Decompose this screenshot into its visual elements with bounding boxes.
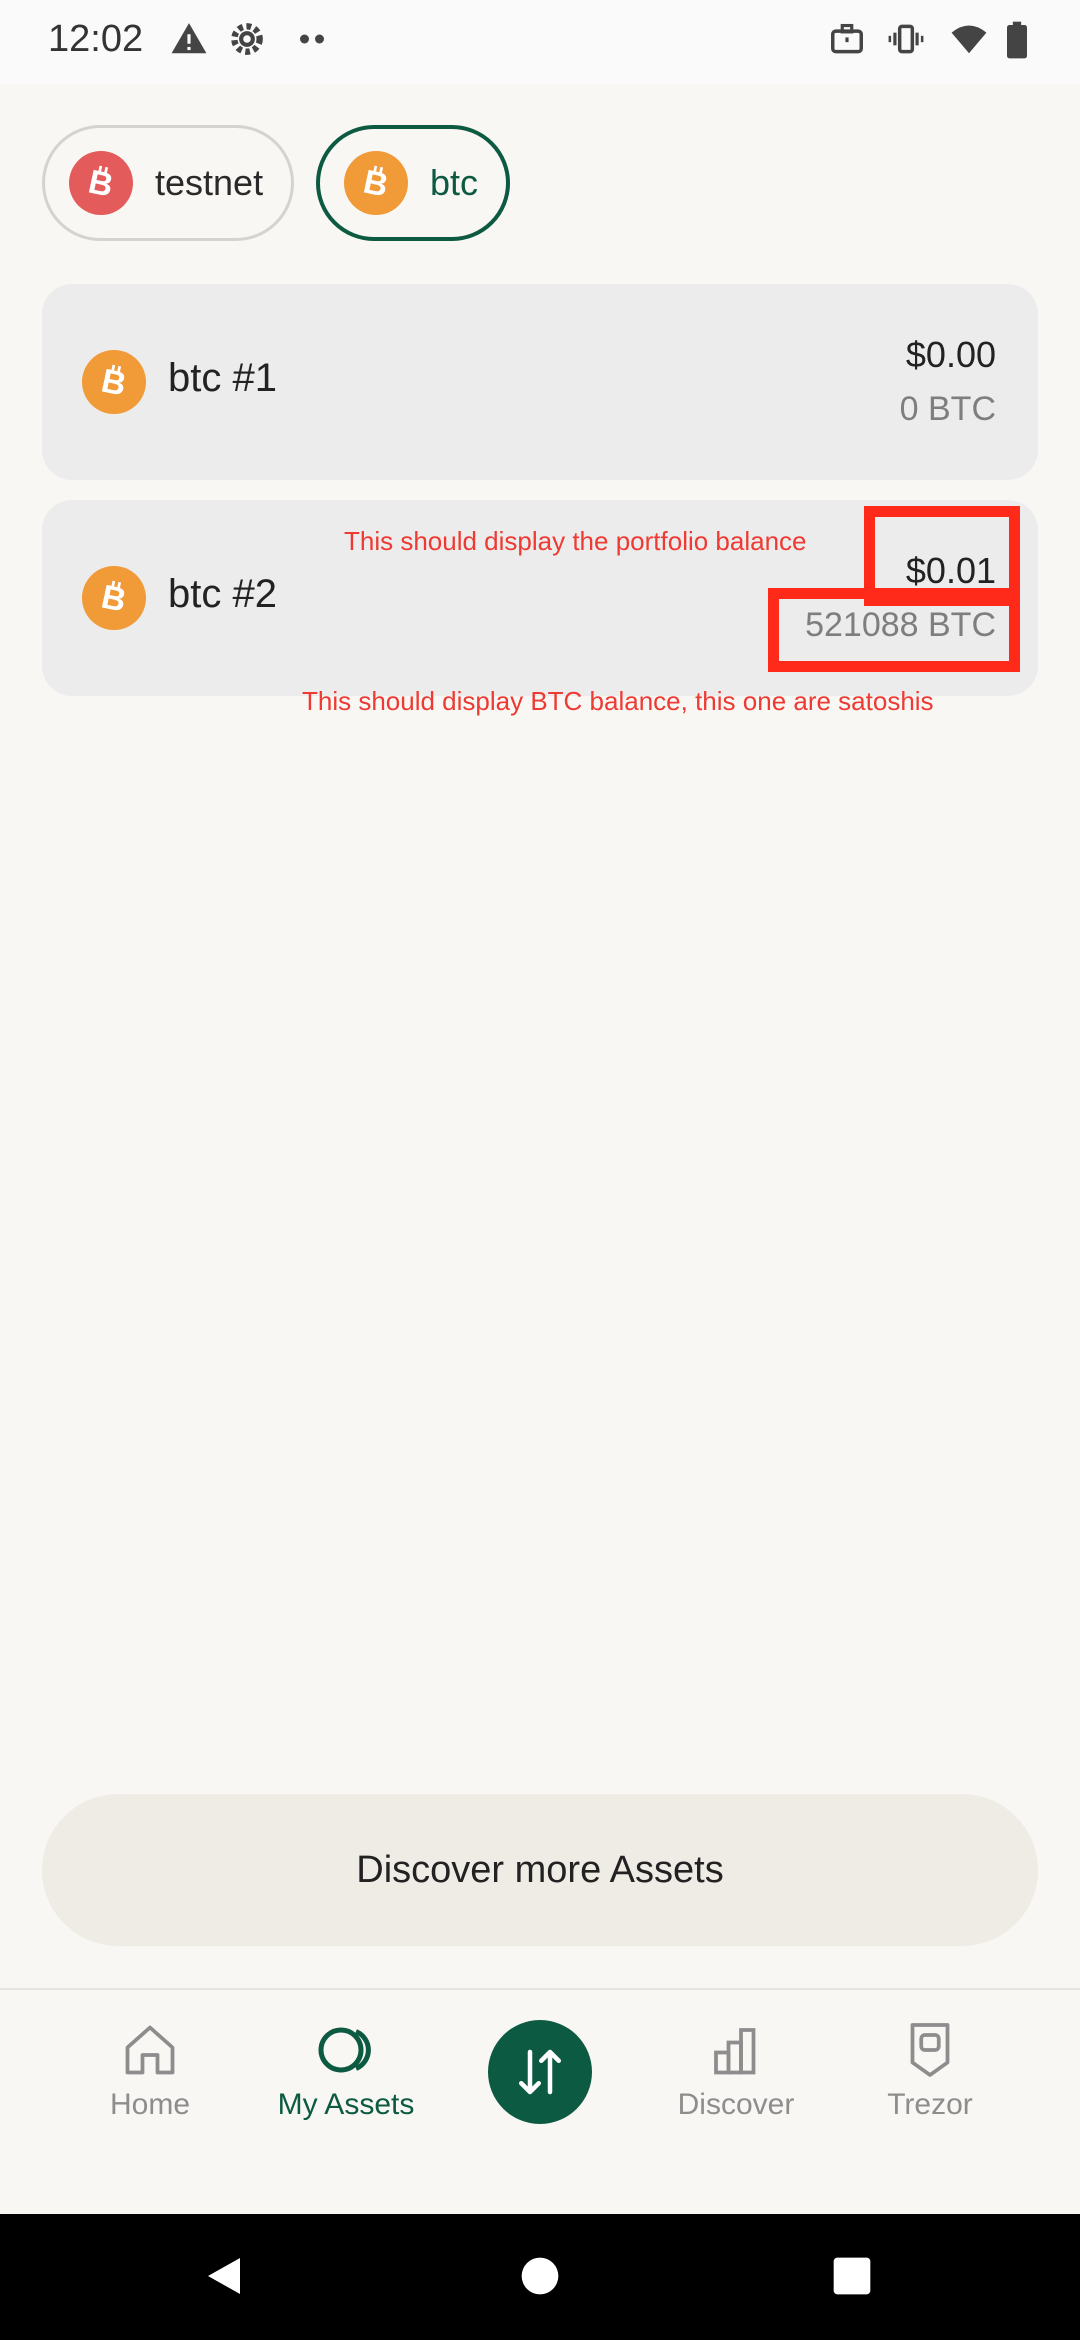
trade-button[interactable]: [488, 2020, 592, 2124]
account-row-btc-1[interactable]: B btc #1 $0.00 0 BTC: [42, 284, 1038, 480]
account-name: btc #2: [168, 572, 277, 616]
annotation-portfolio-note: This should display the portfolio balanc…: [344, 526, 807, 556]
account-name: btc #1: [168, 356, 277, 400]
bitcoin-icon: B: [82, 566, 146, 630]
crypto-balance: 0 BTC: [899, 390, 996, 428]
network-chip-btc[interactable]: B btc: [316, 125, 510, 241]
bitcoin-icon: B: [69, 151, 133, 215]
nav-home[interactable]: Home: [50, 2020, 250, 2122]
annotation-btc-note: This should display BTC balance, this on…: [302, 686, 934, 716]
system-navigation-bar: [0, 2214, 1080, 2340]
nav-my-assets-label: My Assets: [277, 2088, 415, 2121]
back-icon[interactable]: [200, 2252, 248, 2300]
nav-trezor-label: Trezor: [887, 2088, 973, 2121]
recents-square-icon[interactable]: [830, 2252, 874, 2300]
nav-discover[interactable]: Discover: [636, 2020, 836, 2122]
nav-discover-label: Discover: [677, 2088, 795, 2121]
network-chip-label: btc: [430, 162, 479, 203]
warning-icon: [171, 23, 207, 54]
more-dots-icon: [300, 34, 324, 44]
fiat-balance: $0.00: [905, 334, 996, 375]
network-chip-testnet[interactable]: B testnet: [42, 125, 294, 241]
nav-home-label: Home: [109, 2088, 191, 2121]
discover-button-label: Discover more Assets: [356, 1848, 724, 1891]
discover-more-assets-button[interactable]: Discover more Assets: [42, 1794, 1038, 1946]
status-time: 12:02: [48, 18, 144, 60]
home-icon: [125, 2025, 175, 2075]
briefcase-icon: [831, 23, 863, 54]
battery-icon: [1007, 21, 1027, 59]
coins-icon: [318, 2027, 371, 2073]
status-bar: 12:02: [0, 0, 1080, 84]
home-circle-icon[interactable]: [518, 2252, 562, 2300]
swap-arrows-icon: [519, 2049, 561, 2095]
gear-icon: [231, 23, 263, 55]
bar-chart-icon: [714, 2028, 756, 2075]
nav-my-assets[interactable]: My Assets: [246, 2020, 446, 2122]
bitcoin-icon: B: [344, 151, 408, 215]
annotation-box-crypto: [768, 588, 1020, 672]
bitcoin-icon: B: [82, 350, 146, 414]
nav-trezor[interactable]: Trezor: [830, 2020, 1030, 2122]
trezor-device-icon: [910, 2023, 950, 2077]
vibrate-icon: [888, 24, 924, 54]
bottom-navigation: Home My Assets Discover Trezor: [0, 1988, 1080, 2214]
network-chip-label: testnet: [155, 162, 264, 203]
wifi-icon: [951, 25, 987, 54]
